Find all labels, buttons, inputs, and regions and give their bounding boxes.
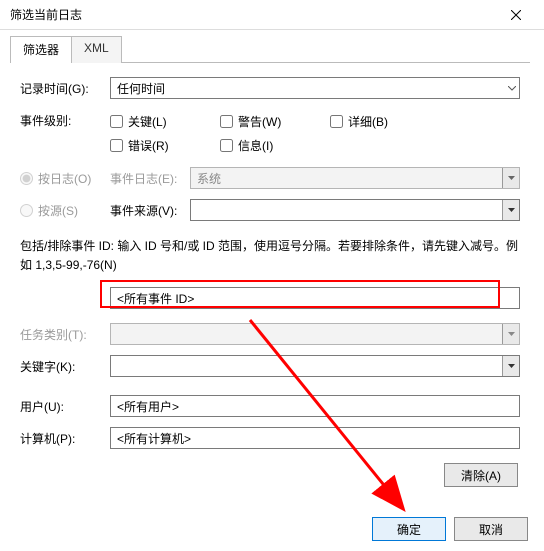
close-button[interactable] xyxy=(496,1,536,29)
task-category-select-wrap xyxy=(110,323,520,345)
label-task-category: 任务类别(T): xyxy=(20,326,110,343)
dropdown-button-icon[interactable] xyxy=(502,356,519,376)
label-user: 用户(U): xyxy=(20,398,110,415)
chk-error[interactable]: 错误(R) xyxy=(110,133,220,157)
tab-xml[interactable]: XML xyxy=(72,36,122,63)
keyword-select-wrap[interactable] xyxy=(110,355,520,377)
dropdown-button-icon xyxy=(502,168,519,188)
window-title: 筛选当前日志 xyxy=(10,6,496,23)
log-time-select[interactable]: 任何时间 xyxy=(110,77,520,99)
ok-button[interactable]: 确定 xyxy=(372,517,446,541)
row-event-id xyxy=(20,287,520,309)
dropdown-button-icon[interactable] xyxy=(502,200,519,220)
radio-by-source: 按源(S) xyxy=(20,202,110,219)
label-event-source: 事件来源(V): xyxy=(110,202,190,219)
chk-info-box[interactable] xyxy=(220,139,233,152)
radio-by-log: 按日志(O) xyxy=(20,170,110,187)
log-time-select-wrap[interactable]: 任何时间 xyxy=(110,77,520,99)
label-computer: 计算机(P): xyxy=(20,430,110,447)
user-input[interactable] xyxy=(110,395,520,417)
chk-verbose[interactable]: 详细(B) xyxy=(330,109,440,133)
event-source-select-wrap[interactable] xyxy=(190,199,520,221)
chk-critical[interactable]: 关键(L) xyxy=(110,109,220,133)
clear-button[interactable]: 清除(A) xyxy=(444,463,518,487)
keyword-select[interactable] xyxy=(110,355,520,377)
label-log-time: 记录时间(G): xyxy=(20,80,110,97)
task-category-select xyxy=(110,323,520,345)
chk-warning-box[interactable] xyxy=(220,115,233,128)
dialog-body: 筛选器 XML 记录时间(G): 任何时间 事件级别: 关键(L) 警告(W) … xyxy=(0,30,544,551)
event-id-input[interactable] xyxy=(110,287,520,309)
chk-info[interactable]: 信息(I) xyxy=(220,133,330,157)
computer-input[interactable] xyxy=(110,427,520,449)
close-icon xyxy=(511,10,521,20)
label-event-log: 事件日志(E): xyxy=(110,170,190,187)
row-task-category: 任务类别(T): xyxy=(20,323,520,345)
event-source-select[interactable] xyxy=(190,199,520,221)
event-level-checks: 关键(L) 警告(W) 详细(B) 错误(R) 信息(I) xyxy=(110,109,520,157)
label-event-level: 事件级别: xyxy=(20,109,110,129)
row-computer: 计算机(P): xyxy=(20,427,520,449)
row-user: 用户(U): xyxy=(20,395,520,417)
chk-critical-box[interactable] xyxy=(110,115,123,128)
chk-verbose-box[interactable] xyxy=(330,115,343,128)
dialog-footer: 确定 取消 xyxy=(372,517,528,541)
radio-by-log-input xyxy=(20,172,33,185)
row-by-source: 按源(S) 事件来源(V): xyxy=(20,199,520,221)
titlebar: 筛选当前日志 xyxy=(0,0,544,30)
chk-error-box[interactable] xyxy=(110,139,123,152)
event-id-help: 包括/排除事件 ID: 输入 ID 号和/或 ID 范围，使用逗号分隔。若要排除… xyxy=(20,237,520,275)
row-keyword: 关键字(K): xyxy=(20,355,520,377)
chk-warning[interactable]: 警告(W) xyxy=(220,109,330,133)
row-event-level: 事件级别: 关键(L) 警告(W) 详细(B) 错误(R) 信息(I) xyxy=(20,109,520,157)
clear-row: 清除(A) xyxy=(20,463,520,487)
radio-by-source-input xyxy=(20,204,33,217)
row-log-time: 记录时间(G): 任何时间 xyxy=(20,77,520,99)
event-log-select-wrap: 系统 xyxy=(190,167,520,189)
dropdown-button-icon xyxy=(502,324,519,344)
event-log-select: 系统 xyxy=(190,167,520,189)
label-keyword: 关键字(K): xyxy=(20,358,110,375)
tab-filter[interactable]: 筛选器 xyxy=(10,36,72,63)
filter-panel: 记录时间(G): 任何时间 事件级别: 关键(L) 警告(W) 详细(B) 错误… xyxy=(4,63,536,497)
tab-bar: 筛选器 XML xyxy=(10,36,530,63)
row-by-log: 按日志(O) 事件日志(E): 系统 xyxy=(20,167,520,189)
cancel-button[interactable]: 取消 xyxy=(454,517,528,541)
